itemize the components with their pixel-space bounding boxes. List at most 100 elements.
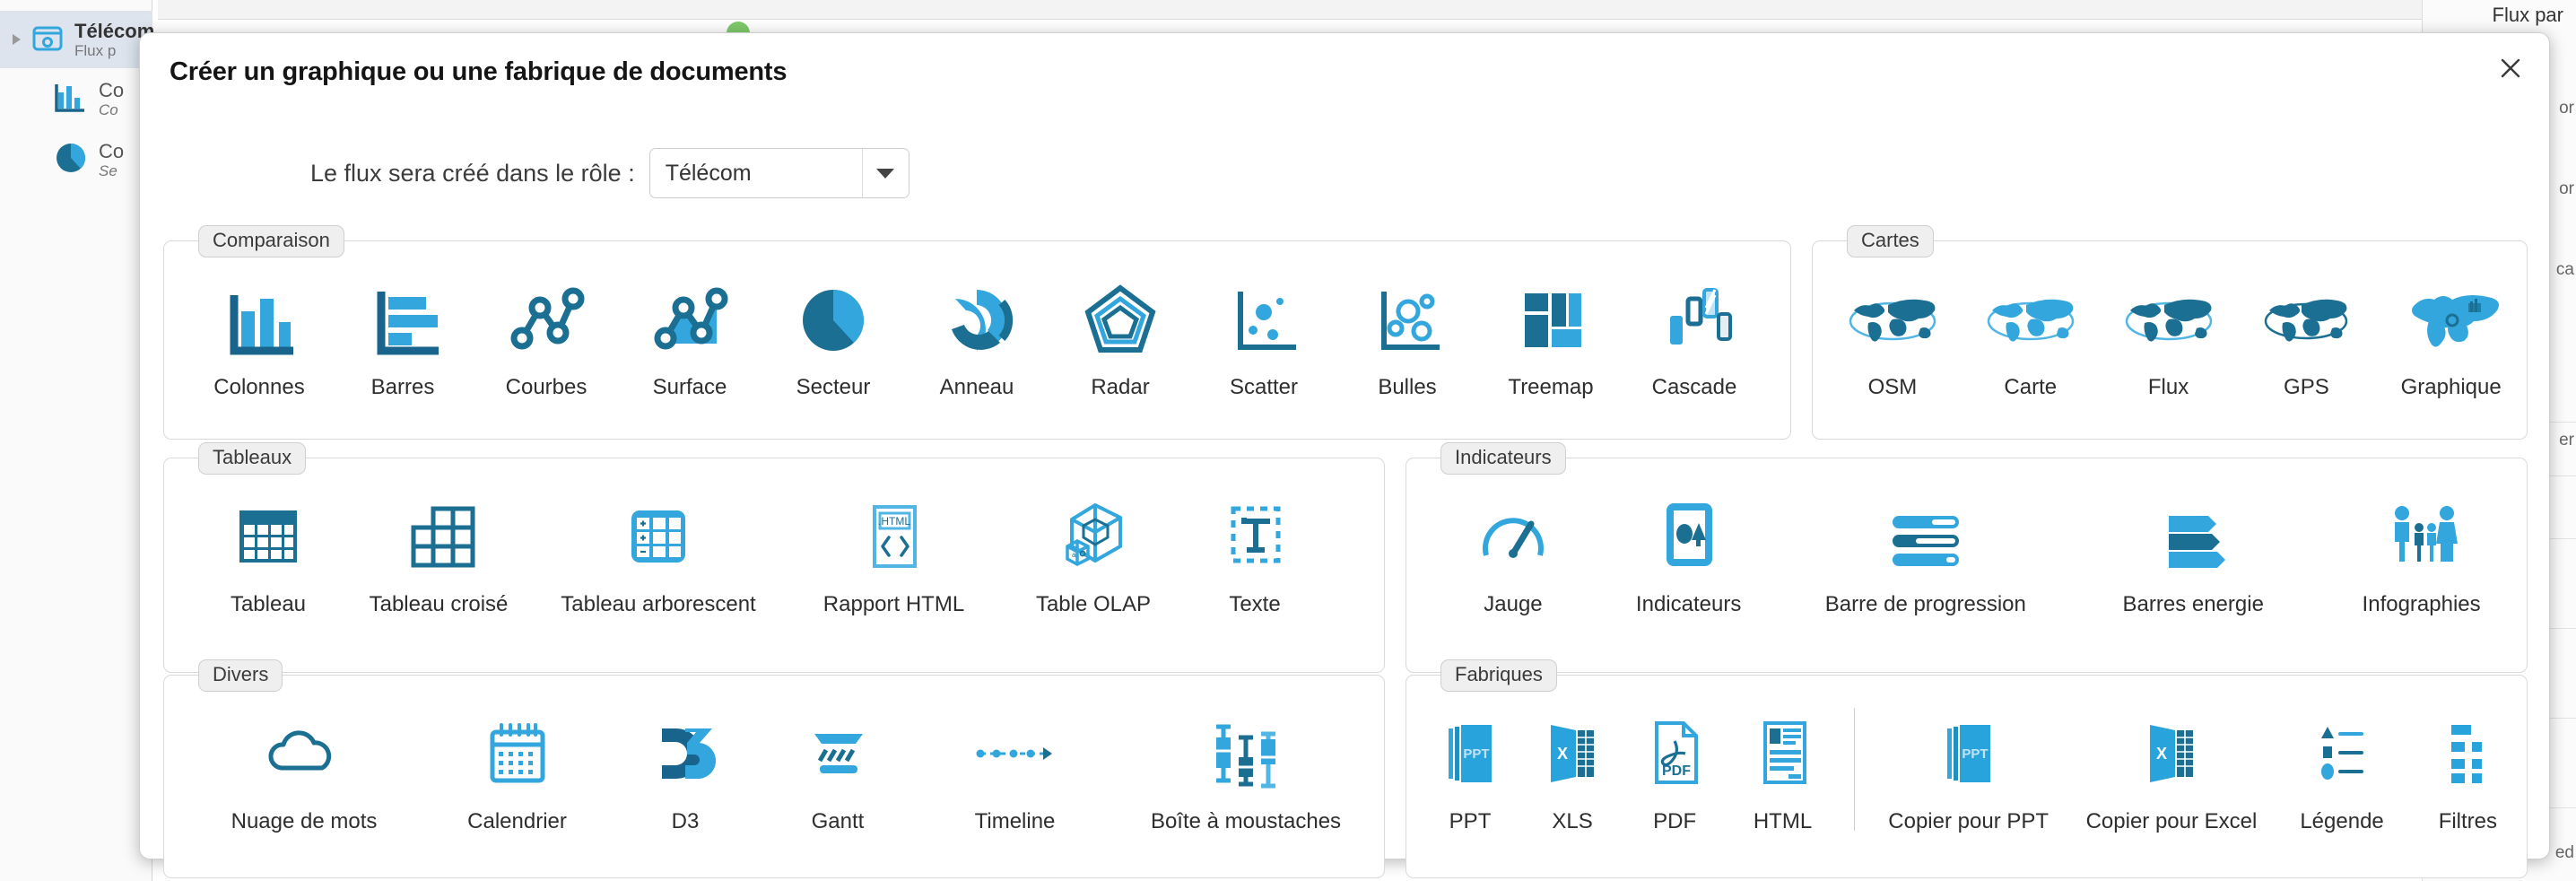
factory-copier-pour-excel[interactable]: X Copier pour Excel — [2068, 699, 2276, 840]
chart-type-graphique[interactable]: Graphique — [2375, 265, 2527, 406]
folder-icon — [30, 20, 65, 60]
item-label: Tableau — [230, 592, 307, 616]
close-icon[interactable] — [2492, 49, 2529, 87]
svg-text:PPT: PPT — [1962, 746, 1988, 762]
item-label: PDF — [1653, 809, 1697, 833]
chart-type-barres-energie[interactable]: Barres energie — [2070, 482, 2316, 623]
sidebar-item-columns[interactable]: Co Co — [0, 70, 152, 127]
section-fabriques: Fabriques PPT PPT X XLS PDF PDF HTML PPT… — [1405, 659, 2528, 878]
sidebar-item-sector[interactable]: Co Se — [0, 131, 152, 188]
right-panel-fragment: or — [2559, 99, 2574, 118]
chart-type-infographies[interactable]: Infographies — [2316, 482, 2527, 623]
chart-type-tableau-arborescent[interactable]: Tableau arborescent — [528, 482, 788, 623]
scatter-chart-icon — [1219, 270, 1309, 367]
sidebar-item-subtitle: Co — [99, 100, 118, 118]
chart-type-texte[interactable]: Texte — [1188, 482, 1322, 623]
item-label: Carte — [2004, 375, 2058, 399]
right-panel-fragment: or — [2559, 179, 2574, 198]
chart-type-jauge[interactable]: Jauge — [1430, 482, 1597, 623]
item-label: GPS — [2284, 375, 2329, 399]
chart-type-osm[interactable]: OSM — [1823, 265, 1962, 406]
chart-type-colonnes[interactable]: Colonnes — [187, 265, 331, 406]
right-panel-fragment: ed — [2554, 843, 2574, 862]
chart-type-nuage-de-mots[interactable]: Nuage de mots — [187, 699, 421, 840]
copy-ppt-icon: PPT — [1933, 704, 2005, 801]
chart-type-boite-a-moustaches[interactable]: Boîte à moustaches — [1111, 699, 1380, 840]
chart-type-gantt[interactable]: Gantt — [757, 699, 918, 840]
dialog-title: Créer un graphique ou une fabrique de do… — [170, 57, 788, 86]
boxplot-icon — [1197, 704, 1295, 801]
item-label: Colonnes — [213, 375, 305, 399]
chart-type-anneau[interactable]: Anneau — [905, 265, 1049, 406]
chart-type-secteur[interactable]: Secteur — [761, 265, 905, 406]
chart-type-table-olap[interactable]: a Table OLAP — [999, 482, 1188, 623]
item-label: Jauge — [1484, 592, 1543, 616]
factory-html[interactable]: HTML — [1726, 699, 1840, 840]
sidebar-item-telecom[interactable]: Télécom Flux p — [0, 11, 154, 68]
chart-type-d3[interactable]: D3 — [614, 699, 757, 840]
item-label: Treemap — [1508, 375, 1594, 399]
chevron-down-icon[interactable] — [861, 149, 909, 197]
factory-ppt[interactable]: PPT PPT — [1419, 699, 1521, 840]
chart-type-flux[interactable]: Flux — [2100, 265, 2238, 406]
chart-type-timeline[interactable]: Timeline — [918, 699, 1111, 840]
role-row: Le flux sera créé dans le rôle : Télécom — [310, 148, 909, 198]
right-panel-fragment: ca — [2555, 260, 2574, 279]
chart-type-radar[interactable]: Radar — [1049, 265, 1192, 406]
factory-legende[interactable]: Légende — [2275, 699, 2408, 840]
treemap-icon — [1506, 270, 1596, 367]
infographics-people-icon — [2377, 487, 2467, 584]
column-chart-icon — [214, 270, 304, 367]
olap-cube-icon: a — [1049, 487, 1138, 584]
world-map-chart-icon — [2402, 270, 2501, 367]
chart-type-courbes[interactable]: Courbes — [474, 265, 618, 406]
pdf-file-icon: PDF — [1639, 704, 1710, 801]
chart-type-surface[interactable]: Surface — [618, 265, 761, 406]
factory-filtres[interactable]: Filtres — [2409, 699, 2527, 840]
d3-logo-icon — [640, 704, 730, 801]
chart-type-rapport-html[interactable]: .HTML Rapport HTML — [788, 482, 999, 623]
item-label: OSM — [1867, 375, 1918, 399]
tree-table-icon — [614, 487, 703, 584]
section-legend: Comparaison — [198, 225, 344, 257]
chart-type-scatter[interactable]: Scatter — [1192, 265, 1336, 406]
item-label: HTML — [1753, 809, 1813, 833]
factory-xls[interactable]: X XLS — [1521, 699, 1623, 840]
item-label: Nuage de mots — [231, 809, 378, 833]
chart-type-cascade[interactable]: Cascade — [1623, 265, 1766, 406]
chart-type-barres[interactable]: Barres — [331, 265, 474, 406]
progress-bar-icon — [1876, 487, 1975, 584]
chart-type-tableau-croise[interactable]: Tableau croisé — [349, 482, 528, 623]
chart-type-gps[interactable]: GPS — [2237, 265, 2375, 406]
factory-pdf[interactable]: PDF PDF — [1623, 699, 1726, 840]
section-legend: Divers — [198, 659, 283, 692]
item-label: Surface — [652, 375, 727, 399]
svg-text:X: X — [1557, 745, 1568, 763]
item-label: Flux — [2147, 375, 2189, 399]
chart-type-barre-progression[interactable]: Barre de progression — [1780, 482, 2070, 623]
factory-copier-pour-ppt[interactable]: PPT Copier pour PPT — [1869, 699, 2068, 840]
role-select[interactable]: Télécom — [648, 148, 909, 198]
calendar-icon — [473, 704, 562, 801]
chart-type-bulles[interactable]: Bulles — [1336, 265, 1479, 406]
item-label: Calendrier — [467, 809, 567, 833]
section-legend: Cartes — [1847, 225, 1934, 257]
expand-triangle-icon[interactable] — [13, 34, 21, 45]
create-chart-dialog: Créer un graphique ou une fabrique de do… — [139, 32, 2550, 878]
item-label: Anneau — [939, 375, 1014, 399]
section-legend: Fabriques — [1440, 659, 1557, 692]
pivot-table-icon — [394, 487, 483, 584]
item-label: Graphique — [2400, 375, 2502, 399]
area-chart-icon — [645, 270, 735, 367]
item-label: Filtres — [2438, 809, 2498, 833]
timeline-icon — [966, 704, 1065, 801]
item-label: Copier pour Excel — [2085, 809, 2258, 833]
item-label: Copier pour PPT — [1888, 809, 2049, 833]
section-indicateurs: Indicateurs Jauge Indicateurs Barre de p… — [1405, 442, 2528, 673]
chart-type-calendrier[interactable]: Calendrier — [421, 699, 614, 840]
chart-type-carte[interactable]: Carte — [1962, 265, 2100, 406]
item-label: Courbes — [505, 375, 587, 399]
chart-type-tableau[interactable]: Tableau — [187, 482, 349, 623]
chart-type-treemap[interactable]: Treemap — [1479, 265, 1623, 406]
chart-type-indicateurs[interactable]: Indicateurs — [1597, 482, 1780, 623]
